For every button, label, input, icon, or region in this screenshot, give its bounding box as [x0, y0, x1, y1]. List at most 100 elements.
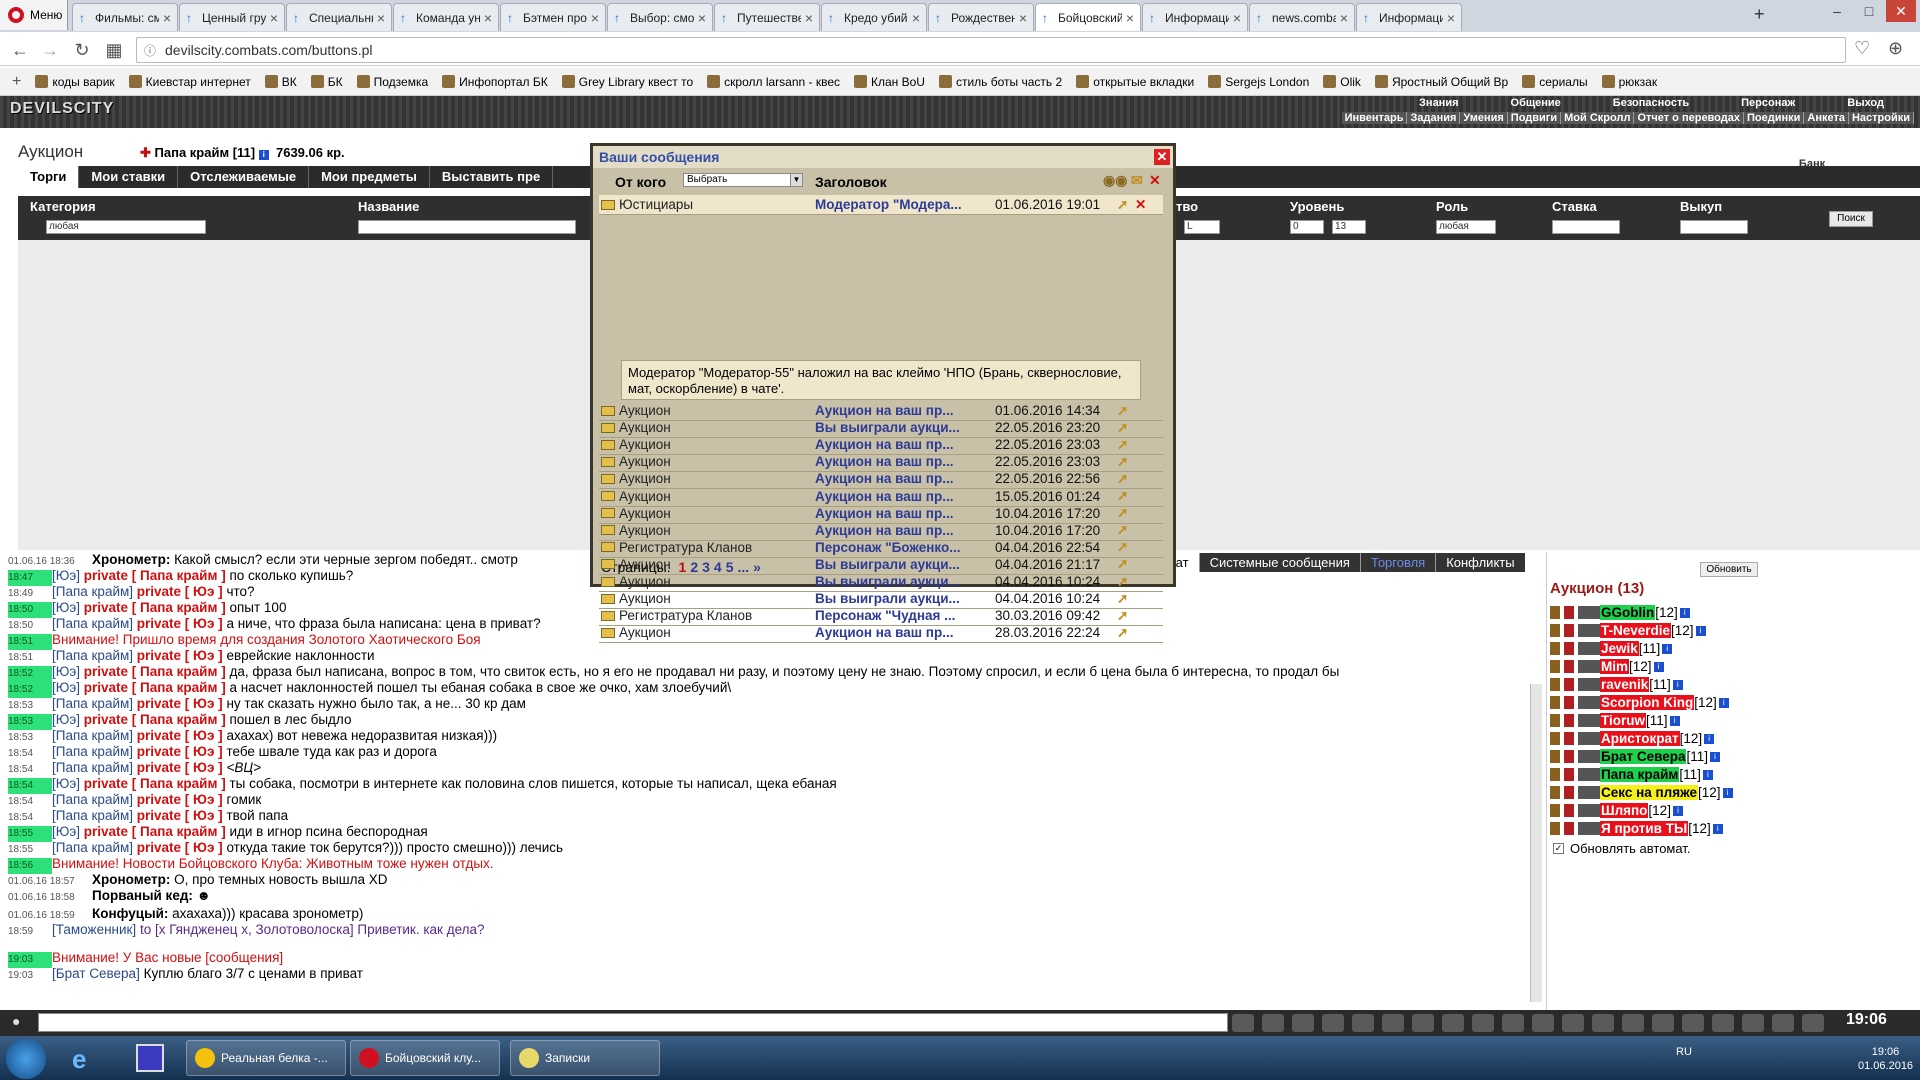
- message-subject[interactable]: Аукцион на ваш пр...: [815, 625, 995, 640]
- sub-menu-item[interactable]: Поединки: [1744, 112, 1805, 124]
- auction-tab[interactable]: Мои ставки: [79, 166, 179, 188]
- browser-tab[interactable]: ↑ Кредо убийц ×: [821, 3, 927, 31]
- chat-author[interactable]: [Юэ]: [52, 664, 80, 679]
- bookmark-item[interactable]: сериалы: [1522, 75, 1588, 89]
- reload-icon[interactable]: ↻: [72, 40, 92, 60]
- chat-private-target[interactable]: private [ Юэ ]: [133, 792, 223, 807]
- toolbar-icon[interactable]: [1802, 1014, 1824, 1032]
- reply-icon[interactable]: ➚: [1117, 539, 1135, 555]
- top-menu-item[interactable]: Общение: [1485, 97, 1587, 109]
- chat-author[interactable]: [Папа крайм]: [52, 584, 133, 599]
- chat-author[interactable]: [Папа крайм]: [52, 696, 133, 711]
- auction-tab[interactable]: Мои предметы: [309, 166, 430, 188]
- player-name[interactable]: GGoblin: [1600, 605, 1656, 620]
- auction-tab[interactable]: Выставить пре: [430, 166, 554, 188]
- back-icon[interactable]: ←: [10, 40, 30, 60]
- reply-icon[interactable]: ➚: [1117, 437, 1135, 453]
- chat-private-target[interactable]: private [ Папа крайм ]: [80, 568, 226, 583]
- browser-tab[interactable]: ↑ Рождественс ×: [928, 3, 1034, 31]
- opera-menu-button[interactable]: Меню: [0, 0, 68, 30]
- site-info-icon[interactable]: ⓘ: [144, 42, 156, 59]
- browser-tab[interactable]: ↑ Информаци ×: [1356, 3, 1462, 31]
- chat-author[interactable]: [Папа крайм]: [52, 616, 133, 631]
- url-input[interactable]: devilscity.combats.com/buttons.pl: [136, 37, 1846, 63]
- chat-private-target[interactable]: private [ Папа крайм ]: [80, 600, 226, 615]
- chat-author[interactable]: [Папа крайм]: [52, 760, 133, 775]
- sub-menu-item[interactable]: Настройки: [1849, 112, 1914, 124]
- message-subject[interactable]: Вы выиграли аукци...: [815, 420, 995, 435]
- toolbar-icon[interactable]: [1472, 1014, 1494, 1032]
- bookmark-item[interactable]: открытые вкладки: [1076, 75, 1194, 89]
- player-name[interactable]: Брат Севера: [1600, 749, 1687, 764]
- info-icon[interactable]: i: [1718, 697, 1729, 708]
- tab-close-icon[interactable]: ×: [484, 10, 492, 26]
- chat-private-target[interactable]: private [ Юэ ]: [133, 648, 223, 663]
- bookmark-item[interactable]: ВК: [264, 75, 297, 89]
- tab-close-icon[interactable]: ×: [1233, 10, 1241, 26]
- chat-author[interactable]: [Папа крайм]: [52, 840, 133, 855]
- bookmark-item[interactable]: Клан BoU: [854, 75, 925, 89]
- bookmark-item[interactable]: Инфопортал БК: [442, 75, 548, 89]
- player-name[interactable]: Tioruw: [1600, 713, 1647, 728]
- bookmark-item[interactable]: Киевстар интернет: [128, 75, 251, 89]
- delete-icon[interactable]: ✕: [1135, 197, 1153, 213]
- message-subject[interactable]: Персонаж "Чудная ...: [815, 608, 995, 623]
- reply-icon[interactable]: ➚: [1117, 471, 1135, 487]
- message-subject[interactable]: Модератор "Модера...: [815, 197, 995, 212]
- envelope-icon[interactable]: ✉: [1131, 172, 1143, 189]
- tab-close-icon[interactable]: ×: [163, 10, 171, 26]
- player-name[interactable]: Scorpion King: [1600, 695, 1695, 710]
- bookmark-item[interactable]: Grey Library квест то: [561, 75, 693, 89]
- maximize-icon[interactable]: □: [1854, 0, 1884, 22]
- chat-author[interactable]: Хронометр:: [92, 872, 170, 887]
- player-row[interactable]: Шляпо [12] i: [1550, 802, 1683, 819]
- add-bookmark-icon[interactable]: +: [12, 73, 21, 91]
- message-row[interactable]: Аукцион Аукцион на ваш пр... 28.03.2016 22…: [599, 623, 1163, 644]
- dialog-close-icon[interactable]: ✕: [1154, 149, 1170, 165]
- sub-menu-item[interactable]: Отчет о переводах: [1634, 112, 1744, 124]
- chat-private-target[interactable]: private [ Папа крайм ]: [80, 680, 226, 695]
- message-subject[interactable]: Аукцион на ваш пр...: [815, 437, 995, 452]
- toolbar-icon[interactable]: [1292, 1014, 1314, 1032]
- tab-close-icon[interactable]: ×: [377, 10, 385, 26]
- info-icon[interactable]: i: [1695, 625, 1706, 636]
- browser-tab[interactable]: ↑ Бойцовский к ×: [1035, 3, 1141, 31]
- taskbar-item[interactable]: Записки: [510, 1040, 660, 1076]
- category-select[interactable]: любая: [46, 220, 206, 234]
- auto-update-toggle[interactable]: ✓ Обновлять автомат.: [1553, 841, 1690, 856]
- toolbar-icon[interactable]: [1232, 1014, 1254, 1032]
- message-subject[interactable]: Аукцион на ваш пр...: [815, 523, 995, 538]
- player-row[interactable]: ravenik [11] i: [1550, 676, 1683, 693]
- window-close-icon[interactable]: ✕: [1886, 0, 1916, 22]
- download-icon[interactable]: ⊕: [1888, 38, 1903, 59]
- tab-close-icon[interactable]: ×: [912, 10, 920, 26]
- bookmark-item[interactable]: скролл larsann - квес: [707, 75, 840, 89]
- chat-author[interactable]: [Брат Севера]: [52, 966, 140, 981]
- level-from-select[interactable]: 0: [1290, 220, 1324, 234]
- toolbar-icon[interactable]: [1382, 1014, 1404, 1032]
- reply-icon[interactable]: ➚: [1117, 608, 1135, 624]
- heart-icon[interactable]: ♡: [1854, 38, 1870, 59]
- message-subject[interactable]: Аукцион на ваш пр...: [815, 403, 995, 418]
- chat-private-target[interactable]: private [ Юэ ]: [133, 696, 223, 711]
- chat-private-target[interactable]: private [ Папа крайм ]: [80, 776, 226, 791]
- message-subject[interactable]: Аукцион на ваш пр...: [815, 489, 995, 504]
- auction-tab[interactable]: Торги: [18, 166, 80, 188]
- reply-icon[interactable]: ➚: [1117, 454, 1135, 470]
- chat-private-target[interactable]: private [ Юэ ]: [133, 808, 223, 823]
- sub-menu-item[interactable]: Инвентарь: [1342, 112, 1408, 124]
- player-name[interactable]: Шляпо: [1600, 803, 1649, 818]
- chat-scrollbar[interactable]: [1530, 684, 1542, 1002]
- browser-tab[interactable]: ↑ news.combat ×: [1249, 3, 1355, 31]
- delete-all-icon[interactable]: ✕: [1149, 172, 1161, 189]
- chat-author[interactable]: [Таможенник]: [52, 922, 136, 937]
- chat-author[interactable]: [Папа крайм]: [52, 728, 133, 743]
- browser-tab[interactable]: ↑ Фильмы: смо ×: [72, 3, 178, 31]
- chat-tab[interactable]: Торговля: [1359, 553, 1436, 572]
- chat-author[interactable]: [Юэ]: [52, 824, 80, 839]
- chat-author[interactable]: [Юэ]: [52, 600, 80, 615]
- player-name[interactable]: ravenik: [1600, 677, 1650, 692]
- player-name[interactable]: Секс на пляже: [1600, 785, 1699, 800]
- minimize-icon[interactable]: –: [1822, 0, 1852, 22]
- info-icon[interactable]: i: [1709, 751, 1720, 762]
